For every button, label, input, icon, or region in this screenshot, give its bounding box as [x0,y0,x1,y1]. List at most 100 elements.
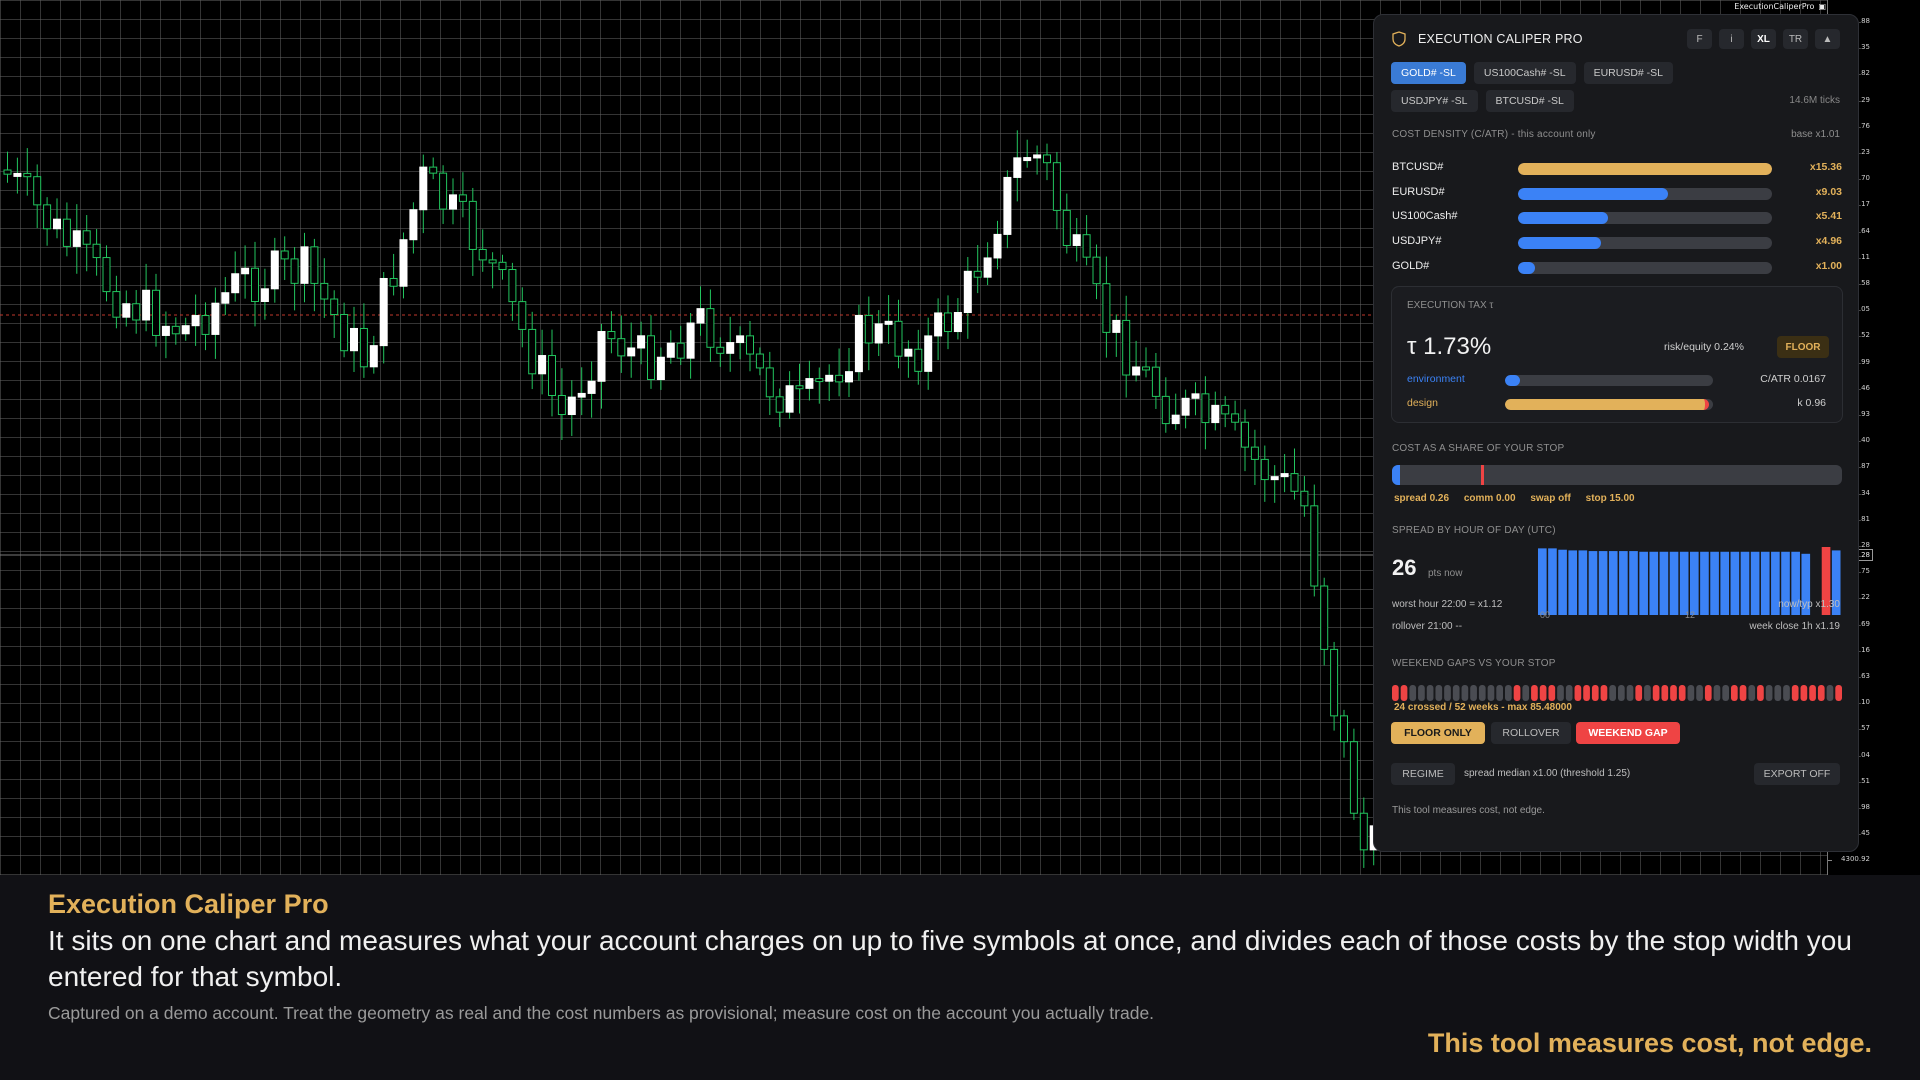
candle-body [1043,154,1051,164]
candle-body [1082,234,1091,258]
execution-tax-card: EXECUTION TAX τ τ 1.73% risk/equity 0.24… [1391,286,1843,423]
hour-bar [1619,551,1628,615]
cost-density-bar-fill [1518,237,1601,250]
shield-icon [1392,31,1406,47]
candle-body [419,166,428,211]
candle-body [330,298,339,316]
rollover-button[interactable]: ROLLOVER [1491,722,1571,744]
candle-body [102,257,111,293]
candle-body [1211,404,1220,424]
caption-title: Execution Caliper Pro [48,889,329,919]
weekend-gap-button[interactable]: WEEKEND GAP [1576,722,1680,744]
cost-density-bar-fill [1518,163,1772,175]
header-button-tr[interactable]: TR [1783,29,1808,49]
weekend-gap-week [1739,685,1747,701]
weekend-gap-week [1444,685,1451,701]
cost-density-bar [1518,187,1772,200]
header-button-info[interactable]: i [1719,29,1744,49]
candle-body [1161,395,1170,425]
weekend-gaps-heading: WEEKEND GAPS VS YOUR STOP [1392,658,1556,669]
header-button-xl[interactable]: XL [1751,29,1776,49]
tab-usdjpy[interactable]: USDJPY# -SL [1391,90,1478,112]
candle-body [1330,648,1339,717]
weekend-gap-week [1418,685,1425,701]
hour-bar [1548,548,1557,615]
candle-body [1300,490,1309,507]
stop-share-marker [1481,465,1484,485]
candle-body [181,325,190,335]
candle-body [557,395,566,416]
regime-button[interactable]: REGIME [1391,763,1455,785]
candle-body [666,342,675,358]
candle-body [637,335,646,349]
cost-density-multiplier: x4.96 [1815,235,1842,248]
cost-density-symbol: USDJPY# [1392,235,1442,248]
caption-tagline: This tool measures cost, not edge. [1427,1028,1872,1058]
candle-body [1023,157,1032,162]
weekend-gap-week [1826,685,1834,701]
tab-gold[interactable]: GOLD# -SL [1391,62,1466,84]
cost-density-multiplier: x9.03 [1815,185,1842,198]
candle-body [1241,421,1249,448]
floor-only-button[interactable]: FLOOR ONLY [1391,722,1485,744]
caption-note: Captured on a demo account. Treat the ge… [48,1003,1155,1023]
hour-bar [1649,551,1659,615]
hour-bar [1578,550,1588,615]
environment-row: environment C/ATR 0.0167 [1407,373,1832,387]
weekend-gap-week [1470,685,1477,701]
candle-body [72,230,81,247]
weekend-gap-week [1774,685,1782,701]
spread-legend: spread 0.26 [1394,493,1450,504]
hour-bar [1629,551,1638,615]
collapse-button[interactable]: ▲ [1815,29,1840,49]
hour-bar [1679,551,1689,615]
candle-body [142,289,151,321]
candle-body [1320,585,1329,650]
candle-body [1013,157,1022,178]
candle-body [874,323,883,344]
candle-body [389,277,398,287]
hour-bar [1558,549,1567,615]
candle-body [82,230,91,245]
environment-bar-fill [1505,375,1520,386]
weekend-gap-week [1478,685,1486,701]
weekend-gap-week [1687,685,1695,701]
tab-us100cash[interactable]: US100Cash# -SL [1473,62,1576,84]
header-button-f[interactable]: F [1687,29,1712,49]
cost-density-row: US100Cash# x5.41 [1392,209,1842,225]
tab-btcusd[interactable]: BTCUSD# -SL [1485,90,1574,112]
candle-body [310,246,319,284]
candle-body [280,250,289,260]
candle-body [1181,397,1190,416]
candle-body [775,396,784,413]
candle-body [1151,366,1160,397]
weekend-gap-week [1557,685,1564,701]
tab-eurusd[interactable]: EURUSD# -SL [1583,62,1674,84]
export-button[interactable]: EXPORT OFF [1754,763,1840,785]
caption-body: It sits on one chart and measures what y… [48,925,1852,992]
cost-density-row: GOLD# x1.00 [1392,259,1842,275]
cost-density-bar [1518,237,1772,250]
candle-body [726,342,735,354]
hour-bar [1750,551,1760,615]
weekend-gap-week [1678,685,1686,701]
panel-header: EXECUTION CALIPER PRO F i XL TR ▲ [1392,27,1840,51]
candle-body [963,270,972,314]
candle-body [548,355,556,397]
candle-body [1171,414,1180,425]
cost-density-multiplier: x1.00 [1815,259,1842,272]
candle-body [983,257,992,278]
candle-body [508,269,517,303]
candle-body [359,327,368,368]
cost-density-bar [1518,212,1772,225]
candle-body [1132,366,1141,376]
weekend-gap-week [1539,685,1547,701]
candle-body [62,218,71,247]
weekend-gap-week [1452,685,1460,701]
candle-body [815,378,824,383]
weekend-gap-week [1644,685,1651,701]
candle-body [260,288,269,303]
candle-body [449,194,457,210]
weekend-gap-week [1618,685,1625,701]
indicator-label: ExecutionCaliperPro ▣ [1734,2,1826,11]
